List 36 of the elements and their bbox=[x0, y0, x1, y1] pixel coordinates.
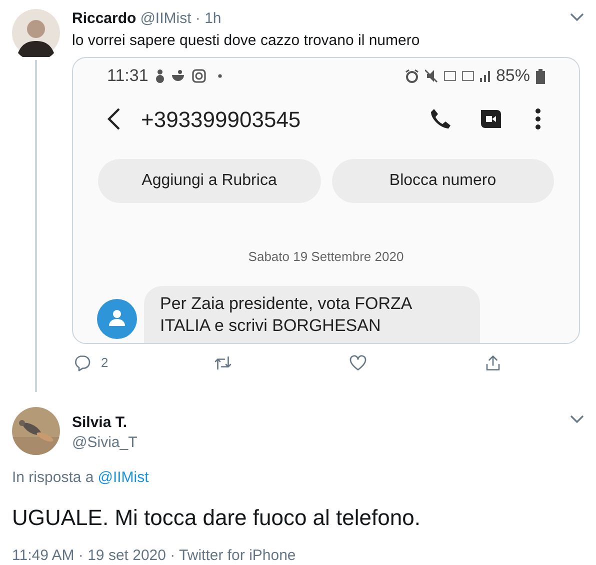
chevron-down-icon[interactable] bbox=[570, 13, 584, 22]
user-name[interactable]: Silvia T. bbox=[72, 413, 138, 433]
figure-icon bbox=[156, 69, 164, 83]
avatar[interactable] bbox=[12, 9, 60, 57]
user-name[interactable]: Riccardo bbox=[72, 9, 136, 29]
phone-screenshot[interactable]: 11:31 85% +393399903545 Aggiungi a Rubrica Blocca numero Sabato 19 Settembre 2020 Per Zaia presidente, vota FORZA ITALIA e scrivi BORGHESAN bbox=[72, 57, 580, 344]
chevron-down-icon[interactable] bbox=[570, 415, 584, 424]
bowl-icon bbox=[172, 70, 184, 82]
status-time: 11:31 bbox=[107, 65, 148, 88]
reply-icon[interactable] bbox=[73, 354, 91, 372]
phone-action-button[interactable]: Blocca numero bbox=[332, 159, 554, 203]
more-options-icon[interactable] bbox=[535, 108, 541, 130]
contact-avatar-icon bbox=[97, 299, 137, 339]
mute-icon bbox=[424, 69, 438, 83]
message-date: Sabato 19 Settembre 2020 bbox=[248, 249, 404, 264]
reply-count: 2 bbox=[101, 354, 108, 372]
tweet-text: lo vorrei sapere questi dove cazzo trovano il numero bbox=[72, 31, 421, 51]
retweet-icon[interactable] bbox=[214, 354, 232, 372]
dot-icon bbox=[218, 74, 222, 78]
tweet-text: UGUALE. Mi tocca dare fuoco al telefono. bbox=[11, 504, 422, 532]
phone-icon[interactable] bbox=[429, 108, 451, 130]
battery-percent: 85% bbox=[496, 65, 530, 88]
reply-label: In risposta a bbox=[12, 468, 94, 488]
battery-icon bbox=[536, 68, 545, 84]
signal-icon bbox=[480, 70, 490, 82]
heart-icon[interactable] bbox=[349, 354, 367, 372]
camera-icon bbox=[192, 69, 206, 83]
video-call-icon[interactable] bbox=[479, 108, 503, 130]
tweet-timestamp: 11:49 AM · 19 set 2020 · Twitter for iPhone bbox=[11, 546, 297, 565]
alarm-icon bbox=[404, 69, 419, 83]
phone-action-button[interactable]: Aggiungi a Rubrica bbox=[98, 159, 320, 203]
share-icon[interactable] bbox=[484, 354, 502, 372]
handle-time: @IIMist · 1h bbox=[140, 9, 222, 29]
user-handle[interactable]: @Sivia_T bbox=[72, 433, 138, 453]
contact-number: +393399903545 bbox=[141, 106, 302, 134]
message-bubble: Per Zaia presidente, vota FORZA ITALIA e scrivi BORGHESAN bbox=[144, 286, 480, 343]
